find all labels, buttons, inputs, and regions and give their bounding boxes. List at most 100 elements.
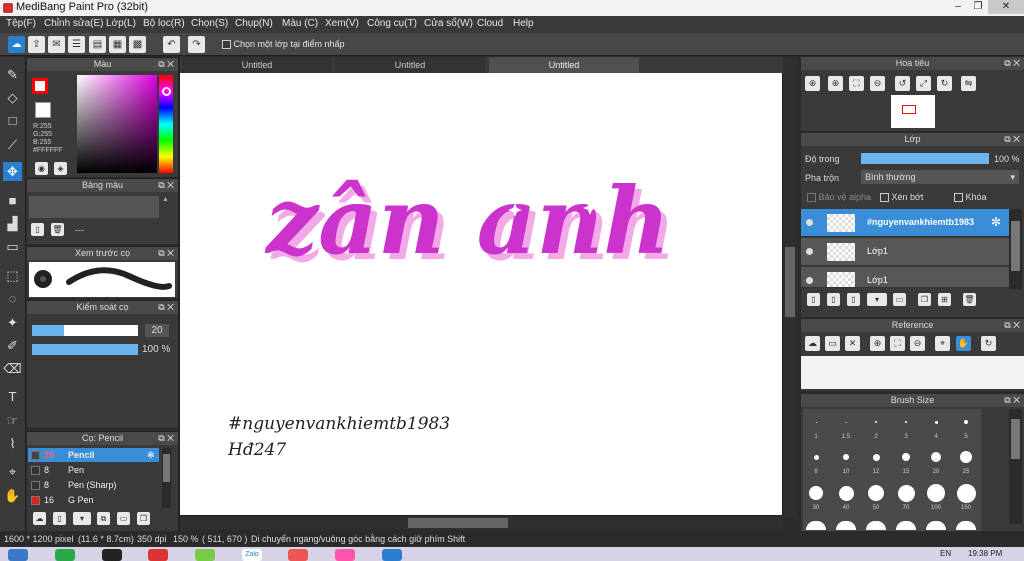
menu-select[interactable]: Chọn(S) (191, 18, 228, 29)
new-8bit-layer-icon[interactable]: ▯ (847, 293, 860, 306)
panel-controls-icon[interactable]: ⧉ ✕ (158, 301, 174, 314)
cloud-icon[interactable]: ☁ (8, 36, 25, 53)
hue-handle[interactable] (162, 87, 171, 96)
brush-size-dot[interactable] (956, 483, 976, 503)
panel-controls-icon[interactable]: ⧉ ✕ (1004, 57, 1020, 70)
layer-row-lop1[interactable]: Lớp1 (801, 238, 1009, 266)
brush-size-dot[interactable] (931, 452, 941, 462)
clipping-checkbox[interactable] (880, 193, 889, 203)
brush-item-g-pen[interactable]: 16 G Pen (28, 493, 159, 507)
magic-wand-icon[interactable]: ✦ (3, 313, 22, 332)
medibang-taskbar-icon[interactable] (335, 549, 355, 561)
brush-tool-icon[interactable]: ✎ (3, 65, 22, 84)
alpha-protect-checkbox[interactable] (807, 193, 816, 203)
redo-icon[interactable]: ↷ (188, 36, 205, 53)
saturation-picker[interactable] (77, 75, 157, 173)
panel-controls-icon[interactable]: ⧉ ✕ (1004, 394, 1020, 407)
document-icon[interactable]: ▤ (89, 36, 106, 53)
palette-swatch-area[interactable] (29, 196, 159, 218)
new-halftone-layer-icon[interactable]: ▯ (827, 293, 840, 306)
chrome-taskbar-icon[interactable] (55, 549, 75, 561)
brush-size-dot[interactable] (866, 521, 886, 530)
line-tool-icon[interactable]: ⟋ (3, 135, 22, 154)
brush-size-dot[interactable] (926, 521, 946, 530)
menu-snap[interactable]: Chụp(N) (235, 18, 273, 29)
gear-icon[interactable]: ✻ (991, 215, 1001, 229)
start-icon[interactable] (8, 549, 28, 561)
add-layer-menu-icon[interactable]: ▾ (867, 293, 887, 306)
palette-add-icon[interactable]: ▯ (31, 223, 44, 236)
fill-rect-tool-icon[interactable]: ■ (3, 191, 22, 210)
horizontal-scrollbar[interactable] (180, 516, 783, 530)
menu-file[interactable]: Tệp(F) (6, 18, 36, 29)
reference-zoom-out-icon[interactable]: ⊖ (910, 336, 925, 351)
browser-taskbar-icon[interactable] (148, 549, 168, 561)
restore-button[interactable]: ❐ (968, 0, 988, 14)
primary-color-swatch[interactable] (32, 78, 48, 94)
reference-close-icon[interactable]: ✕ (845, 336, 860, 351)
brush-add-icon[interactable]: ▾ (73, 512, 91, 525)
panel-controls-icon[interactable]: ⧉ ✕ (158, 58, 174, 71)
color-swap-icon[interactable]: ◈ (54, 162, 67, 175)
move-tool-icon[interactable]: ✥ (3, 162, 22, 181)
menu-edit[interactable]: Chỉnh sửa(E) (44, 18, 104, 29)
color-mode-icon[interactable]: ◉ (35, 162, 48, 175)
layer-list-scrollbar[interactable] (1009, 209, 1022, 289)
app4-taskbar-icon[interactable] (382, 549, 402, 561)
layer-row-lop1-b[interactable]: Lớp1 (801, 267, 1009, 288)
visibility-eye-icon[interactable] (806, 219, 813, 226)
brush-size-dot[interactable] (806, 521, 826, 530)
brush-size-dot[interactable] (896, 521, 916, 530)
flip-icon[interactable]: ⇋ (961, 76, 976, 91)
brush-size-dot[interactable] (902, 453, 910, 461)
zoom-out-icon[interactable]: ⊖ (870, 76, 885, 91)
actual-size-icon[interactable]: ⛶ (849, 76, 864, 91)
minimize-button[interactable]: – (948, 0, 968, 14)
menu-cloud[interactable]: Cloud (477, 18, 503, 29)
comment-icon[interactable]: ✉ (48, 36, 65, 53)
app2-taskbar-icon[interactable] (195, 549, 215, 561)
brush-size-slider[interactable] (32, 325, 138, 336)
speech-bubble-icon[interactable]: ☰ (68, 36, 85, 53)
reference-open-icon[interactable]: ▭ (825, 336, 840, 351)
reference-hand-icon[interactable]: ✋ (956, 336, 971, 351)
vertical-scroll-thumb[interactable] (785, 247, 795, 317)
panel-controls-icon[interactable]: ⧉ ✕ (158, 432, 174, 445)
secondary-color-swatch[interactable] (35, 102, 51, 118)
tab-untitled-1[interactable]: Untitled (182, 57, 332, 73)
reference-fit-icon[interactable]: ⛶ (890, 336, 905, 351)
menu-window[interactable]: Cửa sổ(W) (424, 18, 473, 29)
fit-window-icon[interactable]: ⤢ (916, 76, 931, 91)
brush-size-dot[interactable] (872, 453, 880, 461)
alpha-protect-option[interactable]: Bảo vệ alpha (807, 192, 871, 203)
app3-taskbar-icon[interactable] (288, 549, 308, 561)
select-layer-option[interactable]: Chọn một lớp tại điểm nhấp (222, 39, 344, 50)
select-layer-checkbox[interactable] (222, 40, 231, 50)
zoom-fit-icon[interactable]: ⊕ (805, 76, 820, 91)
layer-opacity-slider[interactable] (861, 153, 989, 164)
navigator-thumbnail[interactable] (891, 95, 935, 128)
brush-size-dot[interactable] (843, 454, 849, 460)
brush-duplicate-icon[interactable]: ❐ (137, 512, 150, 525)
drawing-canvas[interactable]: zân anh zân anh #nguyenvankhiemtb1983 Hđ… (180, 73, 782, 515)
duplicate-layer-icon[interactable]: ❐ (918, 293, 931, 306)
brush-size-dot[interactable] (813, 454, 819, 460)
brush-item-pencil[interactable]: 20 Pencil ✻ (28, 448, 159, 462)
tab-untitled-2[interactable]: Untitled (335, 57, 485, 73)
rotate-right-icon[interactable]: ↻ (937, 76, 952, 91)
hand-tool-icon[interactable]: ✋ (3, 486, 22, 505)
brush-size-dot[interactable] (964, 420, 968, 424)
reference-zoom-in-icon[interactable]: ⊕ (870, 336, 885, 351)
panel-controls-icon[interactable]: ⧉ ✕ (1004, 319, 1020, 332)
gradient-tool-icon[interactable]: ▭ (3, 237, 22, 256)
brush-new-icon[interactable]: ▯ (53, 512, 66, 525)
divide-tool-icon[interactable]: ⌇ (3, 434, 22, 453)
brush-size-dot[interactable] (815, 421, 817, 423)
panel-controls-icon[interactable]: ⧉ ✕ (158, 247, 174, 260)
palette-scroll-up-icon[interactable]: ▲ (162, 196, 169, 203)
panels-icon[interactable]: ▩ (129, 36, 146, 53)
panel-controls-icon[interactable]: ⧉ ✕ (1004, 133, 1020, 146)
brush-folder-icon[interactable]: ▭ (117, 512, 130, 525)
eyedropper-icon[interactable]: ⌖ (3, 462, 22, 481)
reference-eyedropper-icon[interactable]: ⌖ (935, 336, 950, 351)
